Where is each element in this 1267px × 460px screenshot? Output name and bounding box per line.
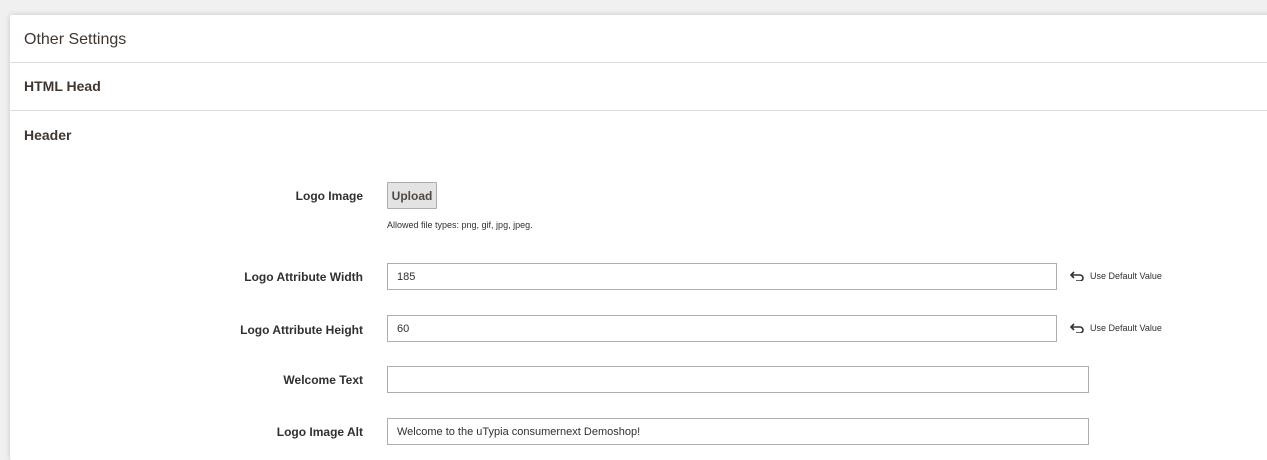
logo-alt-input[interactable] <box>387 418 1089 445</box>
logo-image-label: Logo Image <box>295 189 363 203</box>
logo-width-use-default[interactable]: Use Default Value <box>1070 271 1162 281</box>
welcome-text-input[interactable] <box>387 366 1089 393</box>
use-default-label[interactable]: Use Default Value <box>1090 271 1162 281</box>
logo-height-input[interactable] <box>387 315 1057 342</box>
logo-height-use-default[interactable]: Use Default Value <box>1070 323 1162 333</box>
use-default-label[interactable]: Use Default Value <box>1090 323 1162 333</box>
logo-height-label: Logo Attribute Height <box>240 323 363 337</box>
settings-panel: Other Settings HTML Head Header Logo Ima… <box>10 15 1267 460</box>
undo-arrow-icon <box>1070 323 1084 333</box>
undo-arrow-icon <box>1070 271 1084 281</box>
logo-width-input[interactable] <box>387 263 1057 290</box>
other-settings-header: Other Settings <box>10 15 1267 63</box>
html-head-title[interactable]: HTML Head <box>24 78 101 94</box>
logo-alt-label: Logo Image Alt <box>276 425 363 439</box>
logo-width-label: Logo Attribute Width <box>244 270 363 284</box>
other-settings-title: Other Settings <box>24 31 127 48</box>
upload-button[interactable]: Upload <box>387 182 437 209</box>
html-head-section[interactable]: HTML Head <box>10 62 1267 111</box>
welcome-text-label: Welcome Text <box>283 373 363 387</box>
header-section-title[interactable]: Header <box>24 127 71 143</box>
allowed-file-types-note: Allowed file types: png, gif, jpg, jpeg. <box>387 220 533 230</box>
